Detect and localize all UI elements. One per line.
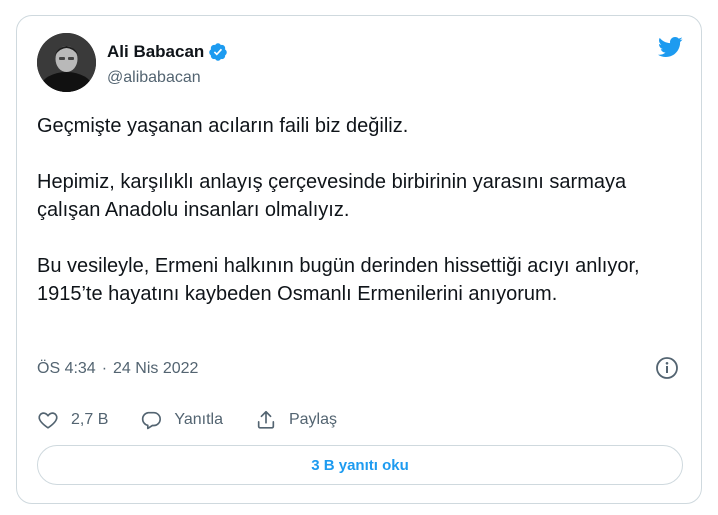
author-display-name[interactable]: Ali Babacan xyxy=(107,42,204,62)
tweet-paragraph: Hepimiz, karşılıklı anlayış çerçevesinde… xyxy=(37,171,627,221)
share-icon xyxy=(257,410,275,429)
reply-label: Yanıtla xyxy=(174,411,223,428)
twitter-bird-icon[interactable] xyxy=(655,34,685,60)
tweet-text: Geçmişte yaşanan acıların faili biz deği… xyxy=(37,112,683,308)
avatar-image xyxy=(37,33,96,92)
like-button[interactable]: 2,7 B xyxy=(37,409,108,431)
read-replies-button[interactable]: 3 B yanıtı oku xyxy=(37,445,683,485)
share-button[interactable]: Paylaş xyxy=(255,409,337,431)
tweet-time[interactable]: ÖS 4:34 xyxy=(37,360,96,378)
tweet-paragraph: Geçmişte yaşanan acıların faili biz deği… xyxy=(37,115,409,137)
tweet-card: Ali Babacan @alibabacan Geçmişte yaşanan… xyxy=(16,15,702,504)
avatar[interactable] xyxy=(37,33,96,92)
tweet-date[interactable]: 24 Nis 2022 xyxy=(113,360,198,378)
info-icon[interactable] xyxy=(655,356,679,380)
share-label: Paylaş xyxy=(288,411,338,428)
reply-bubble-icon xyxy=(142,411,162,430)
tweet-timestamp[interactable]: ÖS 4:34 · 24 Nis 2022 xyxy=(37,360,198,378)
heart-icon xyxy=(38,412,58,429)
reply-button[interactable]: Yanıtla xyxy=(140,409,223,431)
author-handle[interactable]: @alibabacan xyxy=(107,69,201,87)
like-count: 2,7 B xyxy=(71,411,109,428)
tweet-paragraph: Bu vesileyle, Ermeni halkının bugün deri… xyxy=(37,255,640,305)
verified-badge-icon xyxy=(208,42,228,62)
timestamp-separator: · xyxy=(101,360,108,377)
author-name-row[interactable]: Ali Babacan xyxy=(107,42,228,62)
tweet-actions: 2,7 B Yanıtla Paylaş xyxy=(37,409,369,431)
